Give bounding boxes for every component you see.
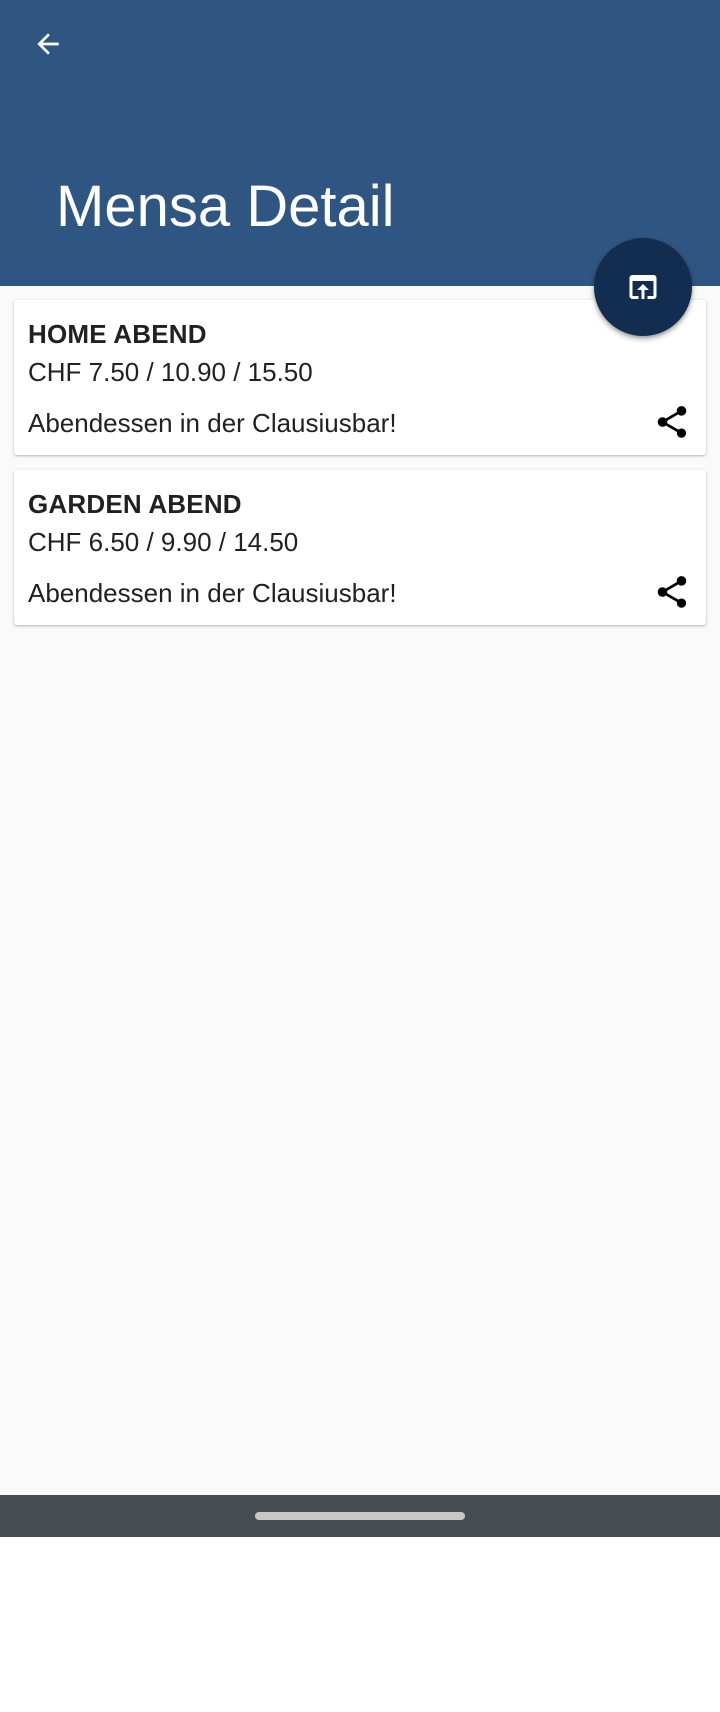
page-title: Mensa Detail — [56, 174, 395, 239]
home-gesture-handle[interactable] — [255, 1512, 465, 1520]
share-button[interactable] — [652, 400, 692, 444]
menu-card-home-abend: HOME ABEND CHF 7.50 / 10.90 / 15.50 Aben… — [14, 300, 706, 455]
share-icon — [657, 576, 687, 608]
menu-item-name: HOME ABEND — [28, 319, 207, 349]
open-in-browser-button[interactable] — [594, 238, 692, 336]
menu-card-garden-abend: GARDEN ABEND CHF 6.50 / 9.90 / 14.50 Abe… — [14, 470, 706, 625]
arrow-back-icon — [37, 33, 59, 55]
menu-item-description: Abendessen in der Clausiusbar! — [28, 578, 397, 608]
back-button[interactable] — [20, 16, 76, 72]
menu-item-price: CHF 6.50 / 9.90 / 14.50 — [28, 527, 299, 557]
menu-item-price: CHF 7.50 / 10.90 / 15.50 — [28, 357, 313, 387]
menu-item-description: Abendessen in der Clausiusbar! — [28, 408, 397, 438]
menu-item-name: GARDEN ABEND — [28, 489, 242, 519]
system-navigation-bar — [0, 1495, 720, 1537]
share-icon — [657, 406, 687, 438]
open-in-browser-icon — [629, 275, 657, 299]
app-bar: Mensa Detail — [0, 0, 720, 286]
mensa-detail-screen: Mensa Detail HOME ABEND CHF 7.50 / 10.90… — [0, 0, 720, 1712]
share-button[interactable] — [652, 570, 692, 614]
